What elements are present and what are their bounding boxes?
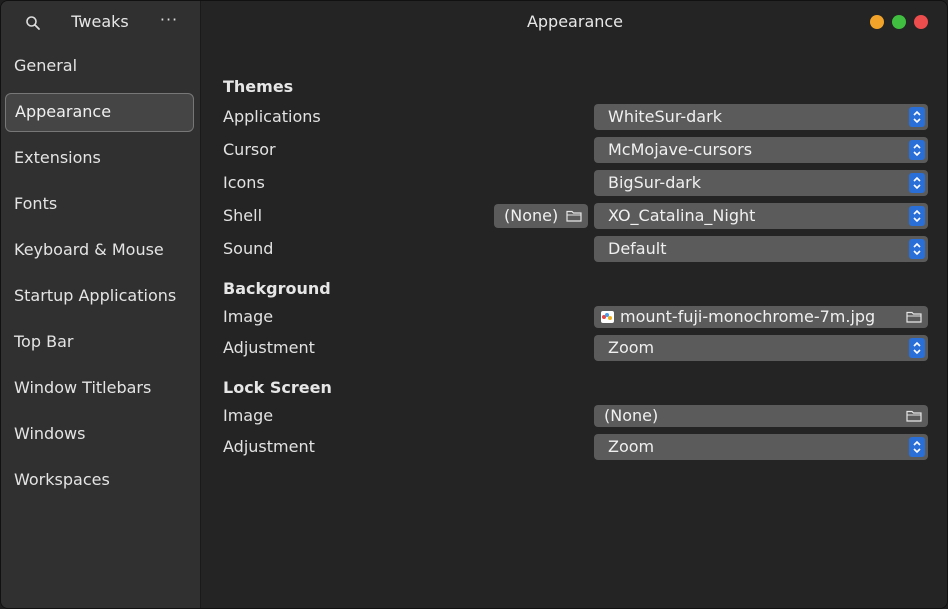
applications-theme-value: WhiteSur-dark xyxy=(608,107,722,126)
sidebar-header: Tweaks ··· xyxy=(1,1,200,43)
updown-chevron-icon xyxy=(909,173,925,193)
lock-screen-section-title: Lock Screen xyxy=(223,378,332,397)
sidebar-item-keyboard-mouse[interactable]: Keyboard & Mouse xyxy=(1,231,200,277)
maximize-button[interactable] xyxy=(892,15,906,29)
sidebar-item-top-bar[interactable]: Top Bar xyxy=(1,323,200,369)
updown-chevron-icon xyxy=(909,107,925,127)
lock-screen-image-file-button[interactable]: (None) xyxy=(594,405,928,427)
updown-chevron-icon xyxy=(909,338,925,358)
folder-icon xyxy=(906,311,922,323)
folder-icon xyxy=(906,410,922,422)
sidebar: Tweaks ··· General Appearance Extensions… xyxy=(1,1,201,608)
sidebar-item-workspaces[interactable]: Workspaces xyxy=(1,461,200,507)
background-adjustment-value: Zoom xyxy=(608,338,655,357)
applications-label: Applications xyxy=(223,107,321,126)
cursor-label: Cursor xyxy=(223,140,276,159)
shell-file-value: (None) xyxy=(504,206,559,225)
titlebar: Appearance xyxy=(201,1,947,43)
background-section-title: Background xyxy=(223,279,331,298)
themes-section-title: Themes xyxy=(223,77,294,96)
updown-chevron-icon xyxy=(909,206,925,226)
minimize-button[interactable] xyxy=(870,15,884,29)
sound-theme-value: Default xyxy=(608,239,667,258)
sidebar-item-window-titlebars[interactable]: Window Titlebars xyxy=(1,369,200,415)
sidebar-item-windows[interactable]: Windows xyxy=(1,415,200,461)
updown-chevron-icon xyxy=(909,239,925,259)
sound-theme-combo[interactable]: Default xyxy=(594,236,928,262)
sidebar-item-fonts[interactable]: Fonts xyxy=(1,185,200,231)
lock-screen-adjustment-value: Zoom xyxy=(608,437,655,456)
updown-chevron-icon xyxy=(909,140,925,160)
lock-screen-image-label: Image xyxy=(223,406,274,425)
main-panel: Appearance Themes Applications WhiteSur-… xyxy=(201,1,947,608)
icons-theme-combo[interactable]: BigSur-dark xyxy=(594,170,928,196)
updown-chevron-icon xyxy=(909,437,925,457)
close-button[interactable] xyxy=(914,15,928,29)
lock-screen-adjustment-combo[interactable]: Zoom xyxy=(594,434,928,460)
shell-theme-file-button[interactable]: (None) xyxy=(494,204,588,228)
shell-label: Shell xyxy=(223,206,263,225)
icons-label: Icons xyxy=(223,173,265,192)
page-title: Appearance xyxy=(526,12,624,31)
main-menu-button[interactable]: ··· xyxy=(155,11,183,33)
background-adjustment-combo[interactable]: Zoom xyxy=(594,335,928,361)
sidebar-item-appearance[interactable]: Appearance xyxy=(5,93,194,132)
shell-theme-value: XO_Catalina_Night xyxy=(608,206,756,225)
sidebar-nav: General Appearance Extensions Fonts Keyb… xyxy=(1,47,200,507)
sidebar-item-extensions[interactable]: Extensions xyxy=(1,139,200,185)
tweaks-window: Tweaks ··· General Appearance Extensions… xyxy=(0,0,948,609)
icons-theme-value: BigSur-dark xyxy=(608,173,702,192)
cursor-theme-combo[interactable]: McMojave-cursors xyxy=(594,137,928,163)
applications-theme-combo[interactable]: WhiteSur-dark xyxy=(594,104,928,130)
sound-label: Sound xyxy=(223,239,274,258)
folder-icon xyxy=(566,210,582,222)
sidebar-item-startup-applications[interactable]: Startup Applications xyxy=(1,277,200,323)
background-image-value: mount-fuji-monochrome-7m.jpg xyxy=(620,307,876,326)
lock-screen-image-value: (None) xyxy=(604,406,659,425)
image-file-icon xyxy=(601,311,614,323)
background-adjustment-label: Adjustment xyxy=(223,338,315,357)
cursor-theme-value: McMojave-cursors xyxy=(608,140,753,159)
lock-screen-adjustment-label: Adjustment xyxy=(223,437,315,456)
background-image-file-button[interactable]: mount-fuji-monochrome-7m.jpg xyxy=(594,306,928,328)
sidebar-item-general[interactable]: General xyxy=(1,47,200,93)
background-image-label: Image xyxy=(223,307,274,326)
shell-theme-combo[interactable]: XO_Catalina_Night xyxy=(594,203,928,229)
